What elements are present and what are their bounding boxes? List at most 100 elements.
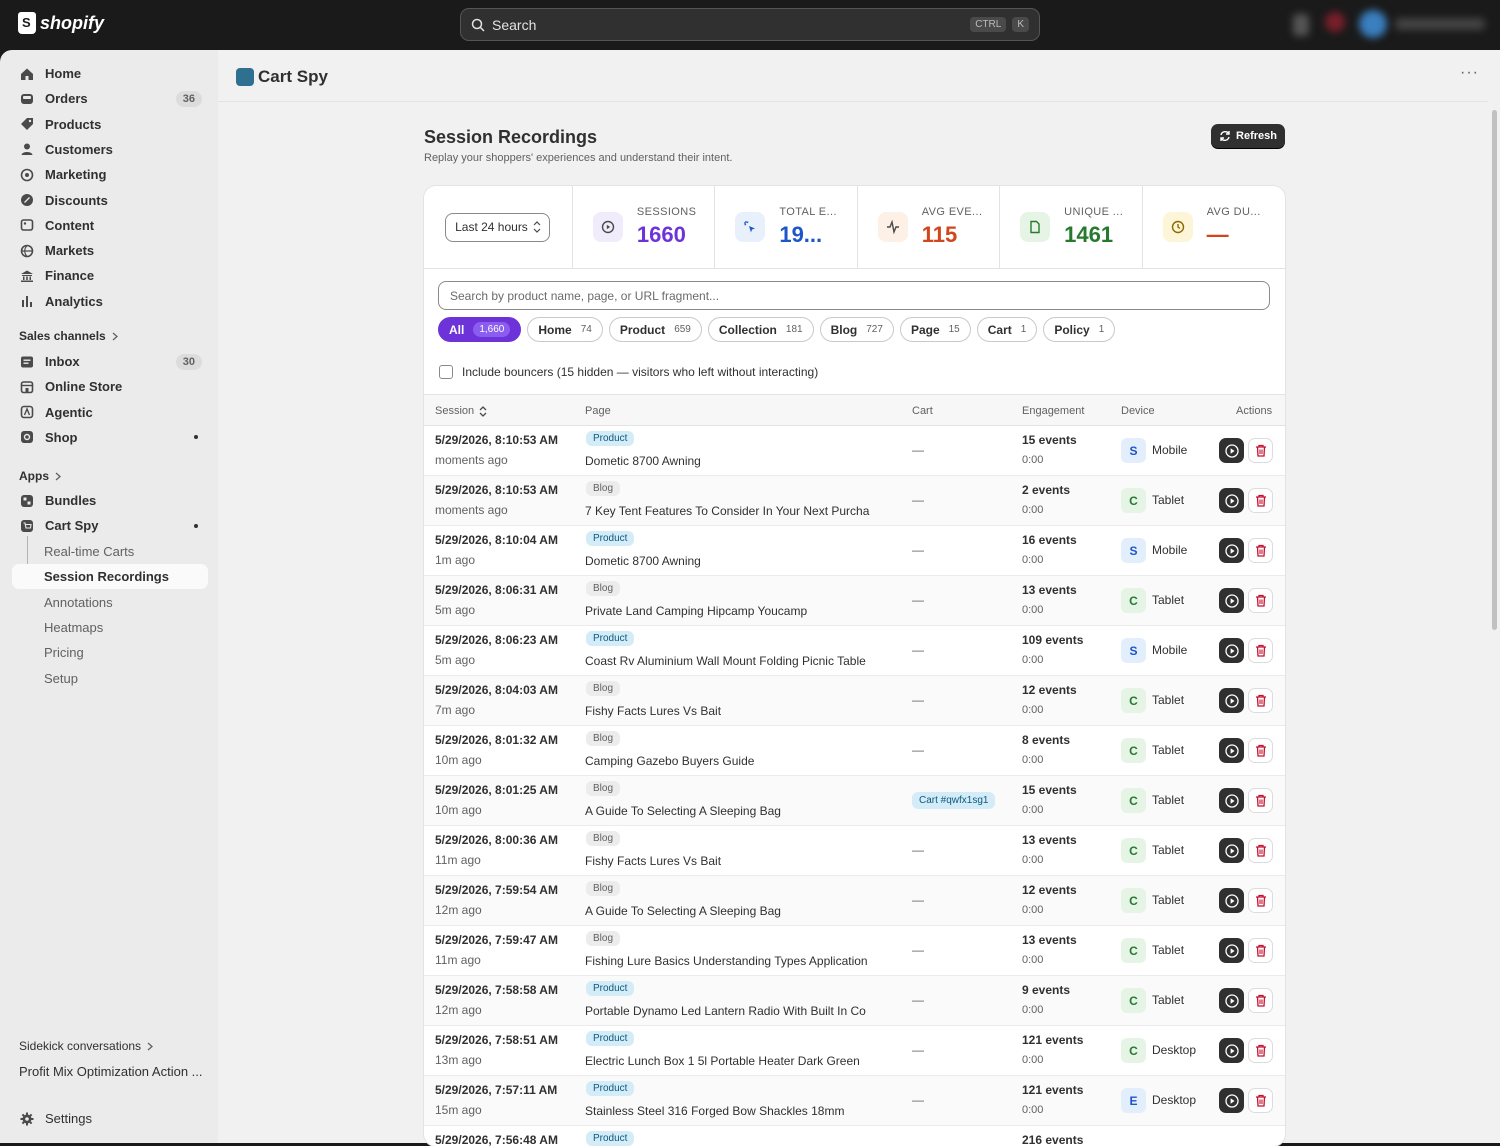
- filter-chip-collection[interactable]: Collection 181: [707, 317, 814, 342]
- table-row[interactable]: 5/29/2026, 8:10:04 AM 1m ago Product Dometi…: [424, 526, 1285, 576]
- play-recording-button[interactable]: [1219, 888, 1244, 913]
- table-row[interactable]: 5/29/2026, 7:59:47 AM 11m ago Blog Fishing …: [424, 926, 1285, 976]
- delete-recording-button[interactable]: [1248, 638, 1273, 663]
- subnav-heatmaps[interactable]: Heatmaps: [12, 615, 208, 640]
- play-recording-button[interactable]: [1219, 588, 1244, 613]
- play-recording-button[interactable]: [1219, 1038, 1244, 1063]
- session-column-sort[interactable]: Session: [435, 405, 487, 417]
- table-row[interactable]: 5/29/2026, 8:06:23 AM 5m ago Product Coast …: [424, 626, 1285, 676]
- table-row[interactable]: 5/29/2026, 7:58:51 AM 13m ago Product Elect…: [424, 1026, 1285, 1076]
- sidebar-item-agentic[interactable]: Agentic: [12, 400, 208, 425]
- delete-recording-button[interactable]: [1248, 488, 1273, 513]
- play-recording-button[interactable]: [1219, 988, 1244, 1013]
- include-bouncers-checkbox[interactable]: [439, 365, 453, 379]
- table-row[interactable]: 5/29/2026, 8:01:25 AM 10m ago Blog A Guide …: [424, 776, 1285, 826]
- delete-recording-button[interactable]: [1248, 788, 1273, 813]
- session-date: 5/29/2026, 8:10:53 AM: [435, 433, 558, 447]
- settings-button[interactable]: Settings: [12, 1106, 208, 1131]
- sidebar-item-customers[interactable]: Customers: [12, 137, 208, 162]
- sidebar-item-discounts[interactable]: Discounts: [12, 188, 208, 213]
- subnav-annotations[interactable]: Annotations: [12, 590, 208, 615]
- shopify-logo[interactable]: shopify: [18, 12, 104, 34]
- table-row[interactable]: 5/29/2026, 8:00:36 AM 11m ago Blog Fishy Fa…: [424, 826, 1285, 876]
- sidebar-item-marketing[interactable]: Marketing: [12, 162, 208, 187]
- refresh-button[interactable]: Refresh: [1211, 124, 1285, 148]
- sidebar-item-finance[interactable]: Finance: [12, 263, 208, 288]
- global-search[interactable]: Search CTRL K: [460, 8, 1040, 41]
- table-row[interactable]: 5/29/2026, 8:10:53 AM moments ago Product D…: [424, 426, 1285, 476]
- delete-recording-button[interactable]: [1248, 688, 1273, 713]
- bundles-icon: [20, 494, 34, 508]
- play-recording-button[interactable]: [1219, 638, 1244, 663]
- play-recording-button[interactable]: [1219, 788, 1244, 813]
- table-row[interactable]: 5/29/2026, 8:01:32 AM 10m ago Blog Camping …: [424, 726, 1285, 776]
- subnav-setup[interactable]: Setup: [12, 666, 208, 691]
- play-recording-button[interactable]: [1219, 688, 1244, 713]
- filter-chip-cart[interactable]: Cart 1: [976, 317, 1038, 342]
- filter-chip-product[interactable]: Product 659: [608, 317, 702, 342]
- sidebar-item-cart-spy[interactable]: Cart Spy: [12, 513, 208, 538]
- sidebar-item-bundles[interactable]: Bundles: [12, 488, 208, 513]
- table-row[interactable]: 5/29/2026, 8:10:53 AM moments ago Blog 7 Ke…: [424, 476, 1285, 526]
- session-duration: 0:00: [1022, 1104, 1044, 1116]
- table-row[interactable]: 5/29/2026, 7:59:54 AM 12m ago Blog A Guide …: [424, 876, 1285, 926]
- sidebar-item-content[interactable]: Content: [12, 213, 208, 238]
- table-row[interactable]: 5/29/2026, 8:04:03 AM 7m ago Blog Fishy Fac…: [424, 676, 1285, 726]
- sidebar-item-products[interactable]: Products: [12, 112, 208, 137]
- apps-heading[interactable]: Apps: [19, 469, 61, 483]
- table-row[interactable]: 5/29/2026, 7:57:11 AM 15m ago Product Stain…: [424, 1076, 1285, 1126]
- page-scrollbar[interactable]: [1488, 50, 1500, 1143]
- count-badge: 30: [175, 353, 202, 370]
- sidebar-item-online-store[interactable]: Online Store: [12, 374, 208, 399]
- session-duration: 0:00: [1022, 954, 1044, 966]
- cart-link[interactable]: Cart #qwfx1sg1: [912, 792, 996, 809]
- include-bouncers-toggle[interactable]: Include bouncers (15 hidden — visitors w…: [439, 365, 818, 379]
- play-recording-button[interactable]: [1219, 938, 1244, 963]
- play-recording-button[interactable]: [1219, 1088, 1244, 1113]
- delete-recording-button[interactable]: [1248, 538, 1273, 563]
- table-row[interactable]: 5/29/2026, 7:58:58 AM 12m ago Product Porta…: [424, 976, 1285, 1026]
- delete-recording-button[interactable]: [1248, 938, 1273, 963]
- session-date: 5/29/2026, 7:59:54 AM: [435, 883, 558, 897]
- sidebar-item-analytics[interactable]: Analytics: [12, 289, 208, 314]
- subnav-session-recordings[interactable]: Session Recordings: [12, 564, 208, 590]
- sidebar-item-shop[interactable]: Shop: [12, 425, 208, 450]
- filter-chip-blog[interactable]: Blog 727: [819, 317, 894, 342]
- filter-chip-all[interactable]: All 1,660: [438, 317, 522, 342]
- delete-recording-button[interactable]: [1248, 738, 1273, 763]
- play-recording-button[interactable]: [1219, 838, 1244, 863]
- more-actions-button[interactable]: ···: [1460, 64, 1479, 82]
- delete-recording-button[interactable]: [1248, 988, 1273, 1013]
- delete-recording-button[interactable]: [1248, 1088, 1273, 1113]
- filter-chip-policy[interactable]: Policy 1: [1043, 317, 1116, 342]
- sidekick-conversation-item[interactable]: Profit Mix Optimization Action ...: [19, 1064, 203, 1079]
- subnav-real-time-carts[interactable]: Real-time Carts: [12, 539, 208, 564]
- play-recording-button[interactable]: [1219, 488, 1244, 513]
- delete-recording-button[interactable]: [1248, 888, 1273, 913]
- play-recording-button[interactable]: [1219, 438, 1244, 463]
- scrollbar-thumb[interactable]: [1492, 110, 1497, 630]
- delete-recording-button[interactable]: [1248, 1038, 1273, 1063]
- sidebar-item-label: Products: [45, 116, 102, 132]
- table-row[interactable]: 5/29/2026, 8:06:31 AM 5m ago Blog Private L…: [424, 576, 1285, 626]
- delete-recording-button[interactable]: [1248, 438, 1273, 463]
- sidekick-heading[interactable]: Sidekick conversations: [19, 1039, 154, 1053]
- sales-channels-heading[interactable]: Sales channels: [19, 329, 118, 343]
- sidebar-item-label: Agentic: [45, 404, 93, 420]
- sidebar-item-home[interactable]: Home: [12, 61, 208, 86]
- subnav-pricing[interactable]: Pricing: [12, 640, 208, 665]
- table-row[interactable]: 5/29/2026, 7:56:48 AM Product 216 events: [424, 1126, 1285, 1146]
- play-recording-button[interactable]: [1219, 738, 1244, 763]
- sidebar-item-inbox[interactable]: Inbox 30: [12, 349, 208, 374]
- play-recording-button[interactable]: [1219, 538, 1244, 563]
- delete-recording-button[interactable]: [1248, 588, 1273, 613]
- filter-chip-home[interactable]: Home 74: [527, 317, 603, 342]
- sidebar-item-orders[interactable]: Orders 36: [12, 86, 208, 111]
- sidebar-item-markets[interactable]: Markets: [12, 238, 208, 263]
- time-range-select[interactable]: Last 24 hours: [445, 212, 551, 242]
- account-area[interactable]: [1285, 0, 1500, 50]
- chat-icon: [20, 355, 34, 369]
- recordings-search-input[interactable]: Search by product name, page, or URL fra…: [438, 281, 1270, 310]
- filter-chip-page[interactable]: Page 15: [899, 317, 971, 342]
- delete-recording-button[interactable]: [1248, 838, 1273, 863]
